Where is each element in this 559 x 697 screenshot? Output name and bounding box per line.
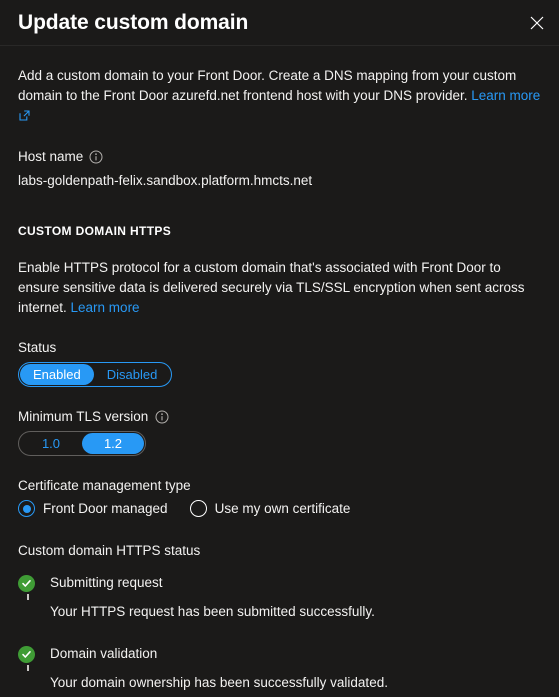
close-icon (530, 16, 544, 30)
status-step-marker (18, 645, 50, 671)
check-circle-icon (18, 646, 35, 663)
status-step-content: Domain validation Your domain ownership … (50, 645, 388, 692)
https-description: Enable HTTPS protocol for a custom domai… (18, 258, 541, 318)
external-link-icon[interactable] (19, 107, 30, 127)
https-learn-more-link[interactable]: Learn more (71, 300, 140, 315)
radio-front-door-managed[interactable]: Front Door managed (18, 500, 168, 517)
intro-paragraph: Add a custom domain to your Front Door. … (18, 46, 541, 127)
tls-version-label: Minimum TLS version (18, 409, 541, 424)
status-option-disabled[interactable]: Disabled (94, 364, 171, 385)
status-label-text: Status (18, 340, 57, 355)
tls-option-10[interactable]: 1.0 (20, 433, 82, 454)
page-title: Update custom domain (18, 11, 249, 34)
info-icon[interactable] (89, 150, 103, 164)
step-connector-line (27, 665, 29, 671)
radio-use-my-own-certificate[interactable]: Use my own certificate (189, 500, 351, 517)
host-name-field: Host name labs-goldenpath-felix.sandbox.… (18, 149, 541, 190)
status-step-content: Submitting request Your HTTPS request ha… (50, 574, 375, 621)
tls-version-toggle-group[interactable]: 1.0 1.2 (18, 431, 146, 456)
panel-header: Update custom domain (0, 0, 559, 46)
tls-option-12[interactable]: 1.2 (82, 433, 144, 454)
certificate-management-type-label: Certificate management type (18, 478, 191, 493)
panel-body: Add a custom domain to your Front Door. … (0, 46, 559, 697)
status-step-name: Submitting request (50, 575, 163, 590)
tls-version-label-text: Minimum TLS version (18, 409, 149, 424)
step-connector-line (27, 594, 29, 600)
status-step: Domain validation Your domain ownership … (18, 645, 541, 697)
status-option-enabled[interactable]: Enabled (20, 364, 94, 385)
host-name-label-row: Host name (18, 149, 541, 164)
https-status-title: Custom domain HTTPS status (18, 543, 201, 558)
close-button[interactable] (521, 7, 553, 39)
status-label: Status (18, 340, 541, 355)
radio-use-my-own-certificate-label: Use my own certificate (214, 501, 351, 516)
radio-button-icon[interactable] (18, 500, 35, 517)
status-step-description: Your HTTPS request has been submitted su… (50, 604, 375, 619)
intro-text: Add a custom domain to your Front Door. … (18, 68, 517, 103)
radio-front-door-managed-label: Front Door managed (43, 501, 168, 516)
intro-learn-more-link[interactable]: Learn more (471, 88, 540, 103)
status-step-description: Your domain ownership has been successfu… (50, 675, 388, 690)
host-name-label: Host name (18, 149, 84, 164)
status-step-marker (18, 574, 50, 600)
radio-button-icon[interactable] (189, 500, 207, 517)
section-heading-custom-domain-https: CUSTOM DOMAIN HTTPS (18, 224, 172, 238)
status-step: Submitting request Your HTTPS request ha… (18, 574, 541, 645)
status-toggle-group[interactable]: Enabled Disabled (18, 362, 173, 387)
host-name-value: labs-goldenpath-felix.sandbox.platform.h… (18, 173, 313, 188)
https-status-steps: Submitting request Your HTTPS request ha… (18, 574, 541, 697)
status-step-name: Domain validation (50, 646, 158, 661)
certificate-management-type-group: Front Door managed Use my own certificat… (18, 500, 541, 517)
info-icon[interactable] (155, 410, 169, 424)
check-circle-icon (18, 575, 35, 592)
update-custom-domain-panel: Update custom domain Add a custom domain… (0, 0, 559, 697)
